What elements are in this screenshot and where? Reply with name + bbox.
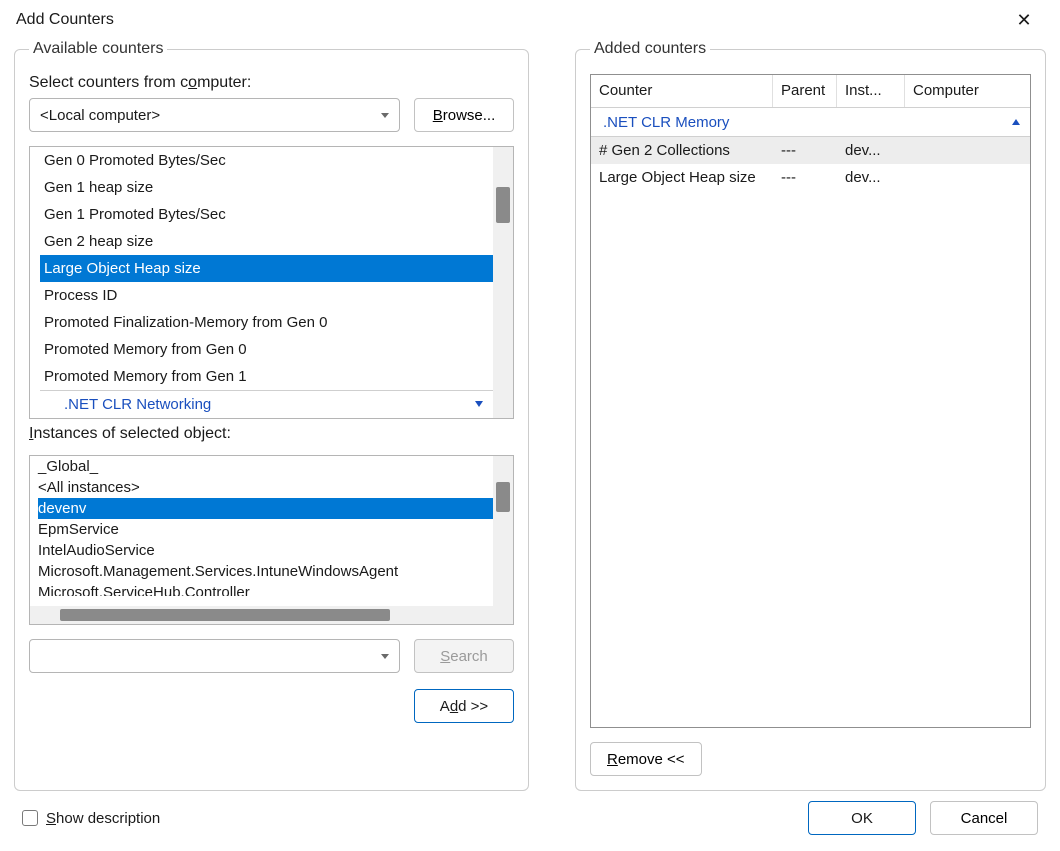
add-pre: A: [440, 698, 450, 715]
counter-item[interactable]: Gen 2 heap size: [40, 228, 493, 255]
added-counters-table: Counter Parent Inst... Computer .NET CLR…: [590, 74, 1031, 728]
th-counter[interactable]: Counter: [591, 75, 773, 107]
instance-item[interactable]: _Global_: [38, 456, 493, 477]
added-counters-legend: Added counters: [590, 40, 710, 58]
select-computer-label-post: mputer:: [197, 74, 251, 91]
show-desc-accel: S: [46, 810, 56, 827]
remove-accel: R: [607, 751, 618, 768]
close-icon[interactable]: [1004, 5, 1044, 35]
remove-row: Remove <<: [590, 742, 1031, 776]
counter-item-selected[interactable]: Large Object Heap size: [40, 255, 493, 282]
instances-scroll: _Global_ <All instances> devenv EpmServi…: [30, 456, 493, 606]
table-row[interactable]: Large Object Heap size --- dev...: [591, 164, 1030, 191]
instance-item[interactable]: Microsoft.Management.Services.IntuneWind…: [38, 561, 493, 582]
dialog-footer: Show description OK Cancel: [0, 801, 1060, 851]
add-button[interactable]: Add >>: [414, 689, 514, 723]
titlebar: Add Counters: [0, 0, 1060, 40]
add-counters-dialog: Add Counters Available counters Select c…: [0, 0, 1060, 851]
window-title: Add Counters: [16, 11, 114, 29]
available-counters-legend: Available counters: [29, 40, 167, 58]
instances-label: Instances of selected object:: [29, 425, 514, 443]
search-button: Search: [414, 639, 514, 673]
instances-inner: _Global_ <All instances> devenv EpmServi…: [30, 456, 513, 606]
show-desc-rest: how description: [56, 810, 160, 827]
search-combobox[interactable]: [29, 639, 400, 673]
scrollbar-thumb[interactable]: [496, 187, 510, 223]
instance-item[interactable]: <All instances>: [38, 477, 493, 498]
browse-rest: rowse...: [443, 107, 496, 124]
add-rest: d >>: [458, 698, 488, 715]
checkbox-box[interactable]: [22, 810, 38, 826]
cell-parent: ---: [773, 169, 837, 186]
scrollbar-thumb[interactable]: [60, 609, 390, 621]
scrollbar-thumb[interactable]: [496, 482, 510, 512]
available-counters-group: Available counters Select counters from …: [14, 40, 529, 791]
search-rest: earch: [450, 648, 488, 665]
counter-group-label: .NET CLR Memory: [603, 114, 729, 131]
chevron-up-icon: [1012, 119, 1020, 125]
add-accel: d: [450, 698, 458, 715]
th-inst[interactable]: Inst...: [837, 75, 905, 107]
counter-item[interactable]: Promoted Finalization-Memory from Gen 0: [40, 309, 493, 336]
counter-item[interactable]: Promoted Memory from Gen 1: [40, 363, 493, 390]
show-description-label: Show description: [46, 810, 160, 827]
select-computer-label-pre: Select counters from c: [29, 74, 188, 91]
remove-rest: emove <<: [618, 751, 685, 768]
counters-listbox[interactable]: Gen 0 Promoted Bytes/Sec Gen 1 heap size…: [29, 146, 514, 419]
search-accel: S: [440, 648, 450, 665]
counters-vertical-scrollbar[interactable]: [493, 147, 513, 418]
table-row[interactable]: # Gen 2 Collections --- dev...: [591, 137, 1030, 164]
counter-item[interactable]: Gen 1 heap size: [40, 174, 493, 201]
cell-counter: Large Object Heap size: [591, 169, 773, 186]
cell-counter: # Gen 2 Collections: [591, 142, 773, 159]
computer-value: <Local computer>: [40, 107, 160, 124]
instance-item[interactable]: EpmService: [38, 519, 493, 540]
computer-combobox[interactable]: <Local computer>: [29, 98, 400, 132]
cell-inst: dev...: [837, 169, 905, 186]
instances-horizontal-scrollbar[interactable]: [30, 606, 513, 624]
counter-category[interactable]: .NET CLR Networking: [40, 390, 493, 417]
chevron-down-icon: [381, 107, 389, 124]
chevron-down-icon: [381, 648, 389, 665]
cell-inst: dev...: [837, 142, 905, 159]
computer-row: <Local computer> Browse...: [29, 98, 514, 132]
th-parent[interactable]: Parent: [773, 75, 837, 107]
browse-button[interactable]: Browse...: [414, 98, 514, 132]
counter-group-row[interactable]: .NET CLR Memory: [591, 107, 1030, 137]
th-computer[interactable]: Computer: [905, 75, 1030, 107]
counters-scroll-area: Gen 0 Promoted Bytes/Sec Gen 1 heap size…: [30, 147, 493, 418]
instance-item[interactable]: Microsoft.ServiceHub.Controller: [38, 582, 493, 596]
chevron-down-icon: [475, 401, 483, 407]
counter-item[interactable]: Gen 0 Promoted Bytes/Sec: [40, 147, 493, 174]
select-computer-label-accel: o: [188, 74, 197, 91]
ok-button[interactable]: OK: [808, 801, 916, 835]
added-counters-group: Added counters Counter Parent Inst... Co…: [575, 40, 1046, 791]
cancel-button[interactable]: Cancel: [930, 801, 1038, 835]
counter-item[interactable]: Promoted Memory from Gen 0: [40, 336, 493, 363]
select-computer-label: Select counters from computer:: [29, 74, 514, 92]
instance-item-selected[interactable]: devenv: [38, 498, 493, 519]
dialog-content: Available counters Select counters from …: [0, 40, 1060, 801]
counter-item[interactable]: Gen 1 Promoted Bytes/Sec: [40, 201, 493, 228]
instances-label-rest: nstances of selected object:: [33, 425, 230, 442]
instance-item[interactable]: IntelAudioService: [38, 540, 493, 561]
add-row: Add >>: [29, 689, 514, 723]
instances-vertical-scrollbar[interactable]: [493, 456, 513, 606]
cell-parent: ---: [773, 142, 837, 159]
counter-category-label: .NET CLR Networking: [64, 391, 211, 418]
instances-listbox[interactable]: _Global_ <All instances> devenv EpmServi…: [29, 455, 514, 625]
search-row: Search: [29, 639, 514, 673]
show-description-checkbox[interactable]: Show description: [22, 810, 160, 827]
table-header: Counter Parent Inst... Computer: [591, 75, 1030, 107]
browse-accel: B: [433, 107, 443, 124]
remove-button[interactable]: Remove <<: [590, 742, 702, 776]
counter-item[interactable]: Process ID: [40, 282, 493, 309]
